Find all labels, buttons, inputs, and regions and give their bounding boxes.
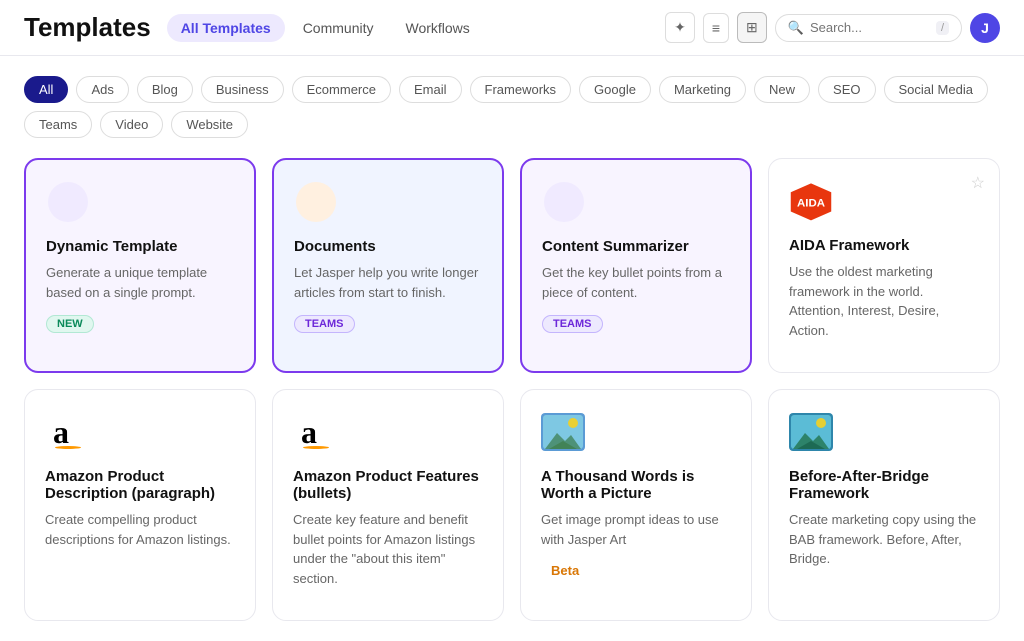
header: Templates All Templates Community Workfl… xyxy=(0,0,1024,56)
card-icon-before-after-bridge xyxy=(789,410,833,454)
filter-website[interactable]: Website xyxy=(171,111,248,138)
page-title: Templates xyxy=(24,12,151,43)
card-amazon-features[interactable]: a Amazon Product Features (bullets) Crea… xyxy=(272,389,504,621)
card-desc-amazon-features: Create key feature and benefit bullet po… xyxy=(293,510,483,588)
card-icon-amazon-features: a xyxy=(293,410,337,454)
card-content-summarizer[interactable]: 🍦 Content Summarizer Get the key bullet … xyxy=(520,158,752,373)
card-before-after-bridge[interactable]: Before-After-Bridge Framework Create mar… xyxy=(768,389,1000,621)
card-desc-dynamic-template: Generate a unique template based on a si… xyxy=(46,263,234,302)
filter-google[interactable]: Google xyxy=(579,76,651,103)
badge-teams-summarizer: TEAMS xyxy=(542,315,603,333)
card-title-amazon-description: Amazon Product Description (paragraph) xyxy=(45,468,235,502)
badge-beta: Beta xyxy=(541,561,589,580)
filter-new[interactable]: New xyxy=(754,76,810,103)
filter-blog[interactable]: Blog xyxy=(137,76,193,103)
tab-workflows[interactable]: Workflows xyxy=(391,14,483,42)
card-icon-documents: 🍗 xyxy=(294,180,338,224)
cards-grid: ✦ Dynamic Template Generate a unique tem… xyxy=(24,158,1000,621)
grid-view-button[interactable]: ⊞ xyxy=(737,12,767,43)
card-title-thousand-words: A Thousand Words is Worth a Picture xyxy=(541,468,731,502)
search-box: 🔍 / xyxy=(775,14,962,42)
tab-community[interactable]: Community xyxy=(289,14,388,42)
filter-row: All Ads Blog Business Ecommerce Email Fr… xyxy=(24,76,1000,138)
card-icon-amazon-description: a xyxy=(45,410,89,454)
tab-all-templates[interactable]: All Templates xyxy=(167,14,285,42)
filter-business[interactable]: Business xyxy=(201,76,284,103)
badge-teams-documents: TEAMS xyxy=(294,315,355,333)
filter-marketing[interactable]: Marketing xyxy=(659,76,746,103)
card-title-before-after-bridge: Before-After-Bridge Framework xyxy=(789,468,979,502)
card-desc-aida: Use the oldest marketing framework in th… xyxy=(789,262,979,340)
card-thousand-words[interactable]: A Thousand Words is Worth a Picture Get … xyxy=(520,389,752,621)
card-desc-documents: Let Jasper help you write longer article… xyxy=(294,263,482,302)
card-title-content-summarizer: Content Summarizer xyxy=(542,238,730,255)
list-view-button[interactable]: ≡ xyxy=(703,13,729,43)
filter-frameworks[interactable]: Frameworks xyxy=(470,76,572,103)
filter-ads[interactable]: Ads xyxy=(76,76,128,103)
card-icon-thousand-words xyxy=(541,410,585,454)
search-icon: 🔍 xyxy=(788,20,804,36)
filter-ecommerce[interactable]: Ecommerce xyxy=(292,76,391,103)
card-desc-content-summarizer: Get the key bullet points from a piece o… xyxy=(542,263,730,302)
card-icon-content-summarizer: 🍦 xyxy=(542,180,586,224)
card-icon-aida: AIDA xyxy=(789,179,833,223)
filter-social-media[interactable]: Social Media xyxy=(884,76,988,103)
sparkle-button[interactable]: ✦ xyxy=(665,12,695,43)
card-dynamic-template[interactable]: ✦ Dynamic Template Generate a unique tem… xyxy=(24,158,256,373)
toolbar-right: ✦ ≡ ⊞ 🔍 / J xyxy=(665,12,1000,43)
search-shortcut: / xyxy=(936,21,949,35)
nav-tabs: All Templates Community Workflows xyxy=(167,14,484,42)
card-title-documents: Documents xyxy=(294,238,482,255)
filter-video[interactable]: Video xyxy=(100,111,163,138)
search-input[interactable] xyxy=(810,20,930,35)
card-desc-amazon-description: Create compelling product descriptions f… xyxy=(45,510,235,549)
svg-text:AIDA: AIDA xyxy=(797,197,825,209)
card-title-dynamic-template: Dynamic Template xyxy=(46,238,234,255)
badge-new: NEW xyxy=(46,315,94,333)
card-desc-thousand-words: Get image prompt ideas to use with Jaspe… xyxy=(541,510,731,549)
filter-seo[interactable]: SEO xyxy=(818,76,875,103)
card-title-aida: AIDA Framework xyxy=(789,237,979,254)
card-documents[interactable]: 🍗 Documents Let Jasper help you write lo… xyxy=(272,158,504,373)
filter-all[interactable]: All xyxy=(24,76,68,103)
main-content: All Ads Blog Business Ecommerce Email Fr… xyxy=(0,56,1024,641)
filter-teams[interactable]: Teams xyxy=(24,111,92,138)
filter-email[interactable]: Email xyxy=(399,76,462,103)
card-icon-sparkle: ✦ xyxy=(46,180,90,224)
star-button-aida[interactable]: ☆ xyxy=(971,173,985,193)
avatar[interactable]: J xyxy=(970,13,1000,43)
card-aida-framework[interactable]: ☆ AIDA AIDA Framework Use the oldest mar… xyxy=(768,158,1000,373)
card-amazon-description[interactable]: a Amazon Product Description (paragraph)… xyxy=(24,389,256,621)
app-container: Templates All Templates Community Workfl… xyxy=(0,0,1024,641)
card-desc-before-after-bridge: Create marketing copy using the BAB fram… xyxy=(789,510,979,569)
card-title-amazon-features: Amazon Product Features (bullets) xyxy=(293,468,483,502)
